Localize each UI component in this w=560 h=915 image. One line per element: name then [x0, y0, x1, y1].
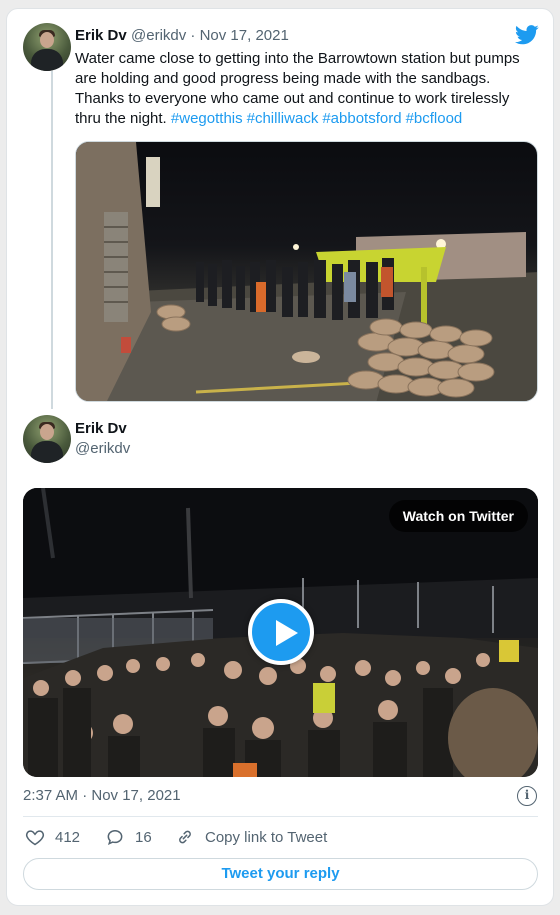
- hashtag-link[interactable]: #chilliwack: [247, 110, 319, 127]
- twitter-bird-icon[interactable]: [515, 25, 539, 45]
- hashtag-list: #wegotthis #chilliwack #abbotsford #bcflood: [171, 110, 466, 127]
- author-handle[interactable]: @erikdv: [131, 27, 186, 44]
- like-count: 412: [55, 828, 81, 846]
- play-icon[interactable]: [248, 599, 314, 665]
- watch-on-twitter-button[interactable]: Watch on Twitter: [388, 500, 528, 532]
- reply-count: 16: [135, 828, 152, 846]
- tweet-text: Water came close to getting into the Bar…: [75, 49, 537, 129]
- tweet-video[interactable]: Watch on Twitter: [23, 488, 538, 777]
- sandbagging-photo-graphic: [76, 142, 537, 401]
- like-action[interactable]: 412: [25, 826, 80, 848]
- heart-icon: [25, 830, 45, 846]
- tweet-timestamp[interactable]: 2:37 AM · Nov 17, 2021: [23, 787, 181, 804]
- copy-link-label: Copy link to Tweet: [205, 828, 328, 846]
- author-avatar[interactable]: [23, 23, 71, 71]
- reply-author-avatar[interactable]: [23, 415, 71, 463]
- reply-action[interactable]: 16: [105, 826, 152, 848]
- tweet-your-reply-button[interactable]: Tweet your reply: [23, 858, 538, 890]
- copy-link-action[interactable]: Copy link to Tweet: [175, 826, 327, 848]
- reply-author-handle[interactable]: @erikdv: [75, 440, 130, 457]
- info-icon[interactable]: i: [517, 786, 537, 806]
- separator: ·: [190, 27, 196, 44]
- tweet-embed-card: Erik Dv @erikdv · Nov 17, 2021 Water cam…: [6, 8, 554, 906]
- tweet-date[interactable]: Nov 17, 2021: [200, 27, 289, 44]
- thread-line: [51, 71, 53, 409]
- reply-icon: [107, 829, 123, 846]
- divider: [23, 816, 538, 817]
- link-icon: [179, 830, 191, 844]
- reply-author-name[interactable]: Erik Dv: [75, 420, 127, 437]
- tweet-photo[interactable]: [75, 141, 538, 402]
- hashtag-link[interactable]: #bcflood: [406, 110, 463, 127]
- author-name[interactable]: Erik Dv: [75, 27, 127, 44]
- author-handle-and-date[interactable]: @erikdv · Nov 17, 2021: [131, 27, 289, 44]
- hashtag-link[interactable]: #wegotthis: [171, 110, 243, 127]
- hashtag-link[interactable]: #abbotsford: [322, 110, 401, 127]
